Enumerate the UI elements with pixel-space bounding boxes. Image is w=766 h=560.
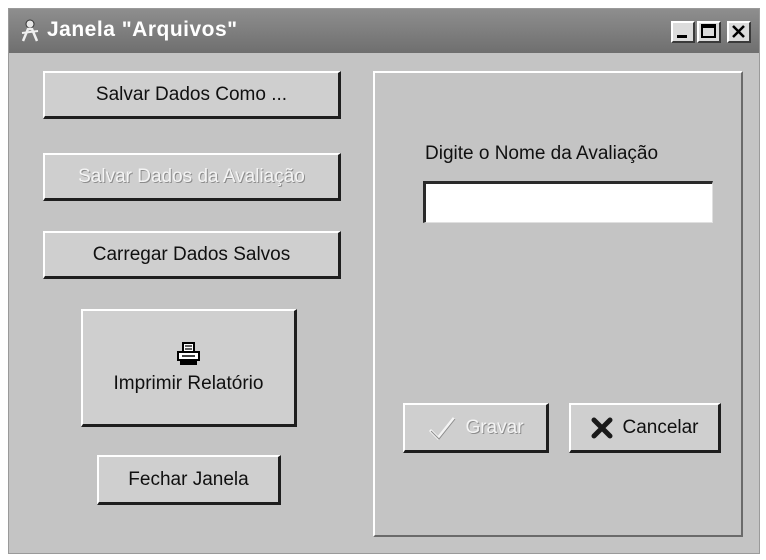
close-button[interactable] xyxy=(727,21,751,43)
maximize-button[interactable] xyxy=(697,21,721,43)
arquivos-window: Janela "Arquivos" Salvar Dados Como ... … xyxy=(8,8,760,554)
save-evaluation-label: Salvar Dados da Avaliação xyxy=(78,165,305,187)
load-saved-button[interactable]: Carregar Dados Salvos xyxy=(43,231,341,279)
save-as-button[interactable]: Salvar Dados Como ... xyxy=(43,71,341,119)
close-window-label: Fechar Janela xyxy=(128,468,249,490)
evaluation-name-input[interactable] xyxy=(423,181,713,223)
load-saved-label: Carregar Dados Salvos xyxy=(92,243,291,265)
save-record-button[interactable]: Gravar xyxy=(403,403,549,453)
printer-icon xyxy=(176,341,200,365)
close-icon xyxy=(732,25,745,38)
x-icon xyxy=(591,417,613,438)
print-report-button[interactable]: Imprimir Relatório xyxy=(81,309,297,427)
close-window-button[interactable]: Fechar Janela xyxy=(97,455,281,505)
print-report-label: Imprimir Relatório xyxy=(113,372,264,394)
save-record-label: Gravar xyxy=(465,416,524,438)
minimize-icon xyxy=(677,35,687,38)
evaluation-name-panel xyxy=(373,71,743,537)
cancel-button[interactable]: Cancelar xyxy=(569,403,721,453)
app-icon[interactable] xyxy=(19,19,41,43)
window-title: Janela "Arquivos" xyxy=(47,18,238,41)
checkmark-icon xyxy=(429,416,456,440)
save-as-label: Salvar Dados Como ... xyxy=(95,83,288,105)
cancel-label: Cancelar xyxy=(622,416,699,438)
save-evaluation-button[interactable]: Salvar Dados da Avaliação xyxy=(43,153,341,201)
title-bar[interactable]: Janela "Arquivos" xyxy=(9,9,759,53)
evaluation-name-prompt: Digite o Nome da Avaliação xyxy=(425,143,659,164)
minimize-button[interactable] xyxy=(671,21,695,43)
maximize-icon xyxy=(701,24,716,38)
